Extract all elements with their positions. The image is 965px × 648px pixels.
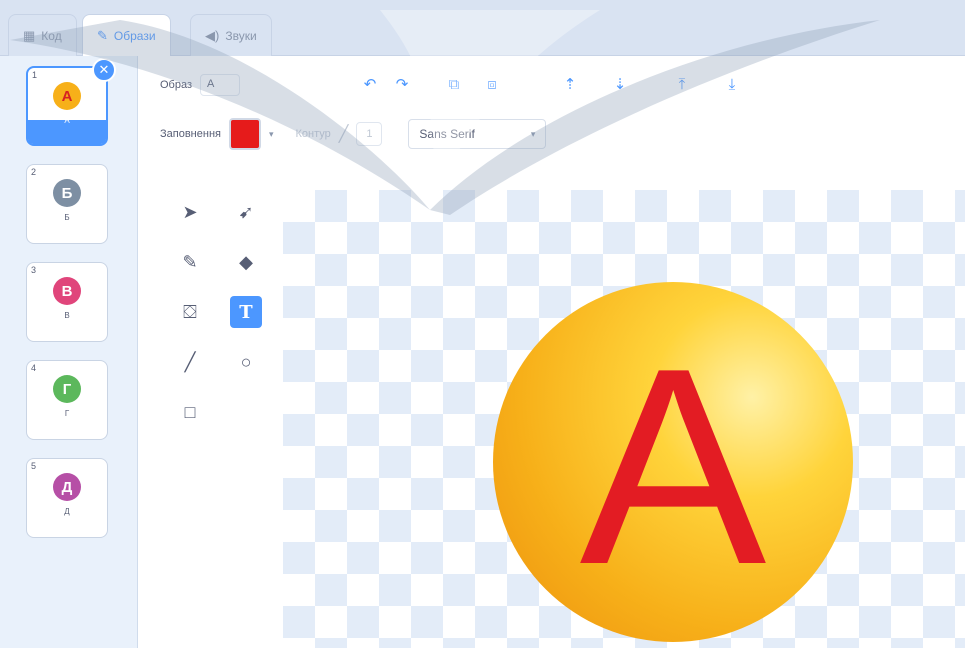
costume-artwork-letter: A (579, 311, 767, 623)
costume-thumbnail: Б (53, 179, 81, 207)
font-select-value: Sans Serif (419, 127, 475, 141)
ungroup-icon[interactable]: ⧈ (478, 72, 506, 96)
costume-item-5[interactable]: 5 Д Д (26, 458, 108, 538)
fill-tool-icon[interactable]: ⛋ (174, 296, 206, 328)
costume-name: Г (64, 409, 70, 418)
outline-width-input[interactable]: 1 (356, 122, 383, 146)
code-icon: ▦ (23, 27, 36, 43)
costume-thumbnail: В (53, 277, 81, 305)
close-icon: ✕ (98, 62, 110, 77)
style-row: Заповнення ▾ Контур ╱ 1 Sans Serif ▾ (160, 118, 547, 150)
costume-name: В (64, 311, 70, 320)
costume-number: 1 (32, 70, 38, 80)
costume-number: 4 (31, 363, 37, 373)
outline-swatch-icon[interactable]: ╱ (339, 124, 349, 144)
back-icon[interactable]: ⤓ (718, 72, 746, 96)
tab-costumes[interactable]: ✎ Образи (82, 14, 171, 56)
costume-number: 5 (31, 461, 37, 471)
reshape-tool-icon[interactable]: ➹ (230, 196, 262, 228)
costume-thumb-letter: Г (62, 380, 72, 398)
tab-bar: ▦ Код ✎ Образи ◀) Звуки (0, 0, 965, 56)
drawing-canvas[interactable]: A (283, 190, 965, 648)
brush-tool-icon[interactable]: ✎ (174, 246, 206, 278)
speaker-icon: ◀) (205, 27, 220, 43)
tab-sounds-label: Звуки (225, 28, 257, 43)
delete-costume-button[interactable]: ✕ (92, 58, 116, 82)
costume-item-1[interactable]: 1 A A ✕ (26, 58, 116, 146)
costume-thumb-letter: Д (61, 478, 73, 496)
costume-thumb-letter: A (61, 87, 73, 105)
backward-icon[interactable]: ⇣ (606, 72, 634, 96)
costume-name-row: Образ A (160, 74, 241, 96)
costume-name-input[interactable]: A (200, 74, 241, 96)
outline-label: Контур (295, 128, 331, 140)
paint-editor: Образ A ↶ ↷ ⧉ ⧈ ⇡ ⇣ ⤒ ⤓ Заповнення ▾ Кон… (138, 56, 965, 648)
costume-thumbnail: A (53, 82, 81, 110)
fill-color-swatch[interactable] (228, 118, 261, 150)
costume-item-3[interactable]: 3 В В (26, 262, 108, 342)
brush-icon: ✎ (97, 27, 108, 43)
costume-thumb-letter: В (61, 282, 73, 300)
costume-item-2[interactable]: 2 Б Б (26, 164, 108, 244)
costume-name: Д (64, 507, 70, 516)
tab-sounds[interactable]: ◀) Звуки (190, 14, 272, 56)
forward-icon[interactable]: ⇡ (556, 72, 584, 96)
font-select[interactable]: Sans Serif ▾ (408, 119, 547, 149)
costume-item-4[interactable]: 4 Г Г (26, 360, 108, 440)
front-icon[interactable]: ⤒ (668, 72, 696, 96)
costume-thumb-letter: Б (61, 184, 73, 202)
chevron-down-icon[interactable]: ▾ (269, 129, 274, 140)
costume-number: 2 (31, 167, 37, 177)
costume-list: 1 A A ✕ 2 Б Б 3 В В 4 Г Г 5 Д Д (0, 56, 138, 648)
group-icon[interactable]: ⧉ (440, 72, 468, 96)
tab-code[interactable]: ▦ Код (8, 14, 77, 56)
costume-name: Б (64, 213, 70, 222)
costume-name: A (64, 116, 70, 125)
eraser-tool-icon[interactable]: ◆ (230, 246, 262, 278)
chevron-down-icon: ▾ (530, 128, 536, 139)
circle-tool-icon[interactable]: ○ (230, 346, 262, 378)
undo-icon[interactable]: ↶ (356, 72, 384, 96)
costume-label: Образ (160, 79, 193, 91)
costume-artwork-ball[interactable]: A (493, 282, 853, 642)
rectangle-tool-icon[interactable]: □ (174, 396, 206, 428)
redo-icon[interactable]: ↷ (388, 72, 416, 96)
tab-costumes-label: Образи (113, 28, 156, 43)
line-tool-icon[interactable]: ╱ (174, 346, 206, 378)
costume-number: 3 (31, 265, 37, 275)
fill-label: Заповнення (160, 128, 221, 140)
select-tool-icon[interactable]: ➤ (174, 196, 206, 228)
costume-thumbnail: Д (53, 473, 81, 501)
tab-code-label: Код (41, 28, 62, 43)
text-tool-icon[interactable]: T (230, 296, 262, 328)
costume-thumbnail: Г (53, 375, 81, 403)
